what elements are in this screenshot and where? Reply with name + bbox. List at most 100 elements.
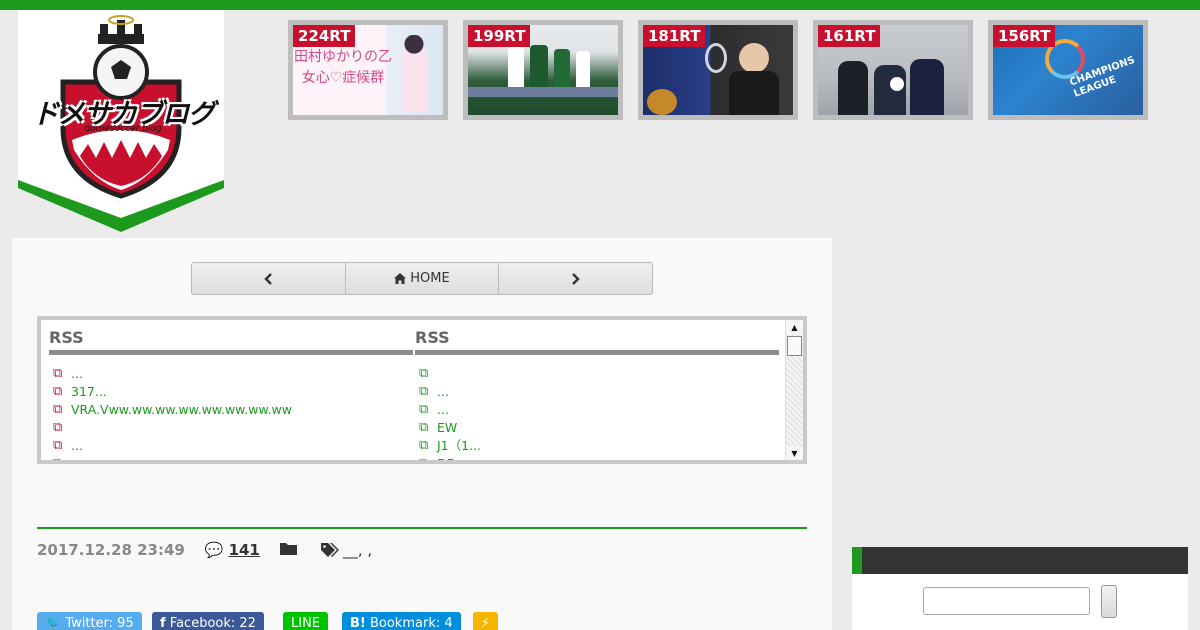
search-button[interactable] (1101, 585, 1117, 618)
chevron-right-icon (571, 272, 580, 285)
rss-link[interactable]: ... (71, 437, 83, 455)
rss-scrollbar[interactable]: ▲ ▼ (785, 320, 803, 460)
rss-item[interactable]: ⧉ (415, 365, 779, 383)
rss-item[interactable]: ⧉... (415, 383, 779, 401)
tags-icon (320, 543, 339, 557)
comment-link[interactable]: 💬 141 (205, 541, 260, 559)
twitter-share-button[interactable]: 🐦 Twitter: 95 (37, 612, 142, 630)
scrollbar-thumb[interactable] (787, 336, 802, 356)
rss-item[interactable]: ⧉ (49, 455, 413, 464)
rss-link[interactable]: ... (437, 401, 449, 419)
rss-item[interactable]: ⧉... (49, 437, 413, 455)
line-share-label: LINE (291, 616, 321, 630)
post-date: 2017.12.28 23:49 (37, 541, 185, 559)
rss-item[interactable]: ⧉ 317... (49, 383, 413, 401)
hatena-bookmark-button[interactable]: B! Bookmark: 4 (342, 612, 461, 630)
external-link-icon: ⧉ (53, 420, 63, 435)
external-link-icon: ⧉ (419, 366, 429, 381)
thumbnail-caption: 田村ゆかりの乙女心♡症候群 (294, 49, 392, 86)
rss-item[interactable]: ⧉ VRA.Vww.ww.ww.ww.ww.ww.ww.ww (49, 401, 413, 419)
ranking-item[interactable]: 181RT (638, 20, 798, 120)
hatena-share-label: Bookmark: 4 (369, 616, 453, 630)
home-label: HOME (410, 271, 450, 286)
hatena-icon: B! (350, 616, 366, 630)
lightning-icon: ⚡ (481, 616, 491, 630)
logo-subtext: domesoccer blog (84, 124, 162, 134)
rt-count-badge: 224RT (293, 25, 356, 47)
ranking-thumbnail: 224RT 田村ゆかりの乙女心♡症候群 (293, 25, 443, 115)
post-navigation: HOME (191, 262, 653, 295)
external-link-icon: ⧉ (419, 456, 429, 464)
post-meta: 2017.12.28 23:49 💬 141 __, , (37, 539, 372, 561)
ranking-thumbnail: 181RT (643, 25, 793, 115)
site-logo[interactable]: ドメサカブログ domesoccer blog (18, 10, 224, 232)
rss-link[interactable]: ... (71, 365, 83, 383)
rss-link[interactable]: DF... (437, 455, 464, 460)
twitter-share-label: Twitter: 95 (65, 616, 134, 630)
rss-list: ⧉... ⧉ 317... ⧉ VRA.Vww.ww.ww.ww.ww.ww.ww.… (49, 365, 413, 464)
folder-icon[interactable] (279, 541, 297, 559)
rss-link[interactable]: VRA.Vww.ww.ww.ww.ww.ww.ww.ww (71, 401, 292, 419)
search-widget (852, 547, 1188, 630)
post-tags[interactable]: __, , (320, 541, 373, 559)
chevron-left-icon (264, 272, 273, 285)
external-link-icon: ⧉ (419, 438, 429, 453)
figure-image (401, 35, 427, 111)
rss-item[interactable]: ⧉ J1（1... (415, 437, 779, 455)
home-icon (394, 273, 407, 284)
home-button[interactable]: HOME (346, 263, 500, 294)
rss-link[interactable]: J1（1... (437, 437, 481, 455)
twitter-icon: 🐦 (45, 616, 62, 630)
rss-feed-box: RSS ⧉... ⧉ 317... ⧉ VRA.Vww.ww.ww.ww.ww.ww… (37, 316, 807, 464)
rss-link[interactable]: ... (437, 383, 449, 401)
facebook-share-button[interactable]: f Facebook: 22 (152, 612, 264, 630)
top-accent-bar (0, 0, 1200, 10)
pocket-share-button[interactable]: ⚡ (473, 612, 499, 630)
rt-count-badge: 181RT (643, 25, 706, 47)
external-link-icon: ⧉ (53, 402, 63, 417)
rss-title: RSS (415, 326, 779, 355)
rss-item[interactable]: ⧉... (49, 365, 413, 383)
line-share-button[interactable]: LINE (283, 612, 329, 630)
ranking-thumbnail: 199RT (468, 25, 618, 115)
ranking-thumbnail: 156RT CHAMPIONS LEAGUE (993, 25, 1143, 115)
rss-item[interactable]: ⧉ EW (415, 419, 779, 437)
facebook-icon: f (160, 616, 166, 630)
rt-count-badge: 199RT (468, 25, 531, 47)
ranking-item[interactable]: 161RT (813, 20, 973, 120)
ranking-item[interactable]: 199RT (463, 20, 623, 120)
search-input[interactable] (923, 587, 1090, 615)
rss-list: ⧉ ⧉... ⧉... ⧉ EW ⧉ J1（1... ⧉ DF... (415, 365, 779, 464)
rss-item[interactable]: ⧉ (49, 419, 413, 437)
tags-text: __, , (342, 541, 373, 559)
rt-count-badge: 156RT (993, 25, 1056, 47)
rss-item[interactable]: ⧉... (415, 401, 779, 419)
comments-icon: 💬 (204, 541, 224, 559)
external-link-icon: ⧉ (419, 420, 429, 435)
main-content: HOME RSS ⧉... ⧉ 317... ⧉ VRA.Vww.ww.ww.ww.… (12, 238, 832, 630)
external-link-icon: ⧉ (53, 384, 63, 399)
external-link-icon: ⧉ (53, 366, 63, 381)
ranking-item[interactable]: 156RT CHAMPIONS LEAGUE (988, 20, 1148, 120)
rss-column-left: RSS ⧉... ⧉ 317... ⧉ VRA.Vww.ww.ww.ww.ww.ww… (49, 326, 413, 464)
rss-column-right: RSS ⧉ ⧉... ⧉... ⧉ EW ⧉ J1（1... ⧉ DF... (415, 326, 779, 464)
external-link-icon: ⧉ (419, 384, 429, 399)
external-link-icon: ⧉ (53, 438, 63, 453)
rss-link[interactable]: 317... (71, 383, 107, 401)
ranking-item[interactable]: 224RT 田村ゆかりの乙女心♡症候群 (288, 20, 448, 120)
external-link-icon: ⧉ (53, 456, 63, 464)
prev-post-button[interactable] (192, 263, 346, 294)
external-link-icon: ⧉ (419, 402, 429, 417)
comment-count: 141 (228, 541, 260, 559)
scroll-down-arrow-icon[interactable]: ▼ (786, 446, 803, 460)
rss-title: RSS (49, 326, 413, 355)
widget-header (852, 547, 1188, 574)
next-post-button[interactable] (499, 263, 652, 294)
ranking-thumbnail: 161RT (818, 25, 968, 115)
section-divider (37, 527, 807, 529)
rss-link[interactable]: EW (437, 419, 457, 437)
facebook-share-label: Facebook: 22 (169, 616, 256, 630)
scroll-up-arrow-icon[interactable]: ▲ (786, 320, 803, 334)
rt-count-badge: 161RT (818, 25, 881, 47)
rss-item[interactable]: ⧉ DF... (415, 455, 779, 464)
